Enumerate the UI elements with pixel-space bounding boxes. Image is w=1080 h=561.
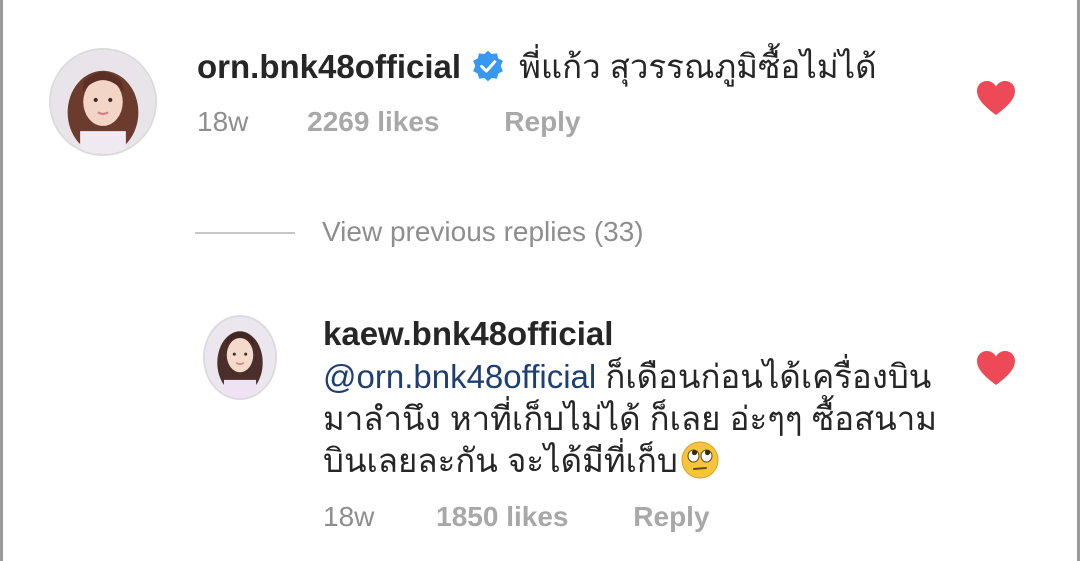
comment1-line: orn.bnk48official พี่แก้ว สุวรรณภูมิซื้อ… xyxy=(197,44,877,90)
comment1-likes[interactable]: 2269 likes xyxy=(307,106,439,137)
comment1-text: พี่แก้ว สุวรรณภูมิซื้อไม่ได้ xyxy=(519,48,877,85)
avatar-image xyxy=(51,50,155,154)
verified-badge-icon xyxy=(473,50,503,82)
avatar-image xyxy=(205,317,275,398)
view-previous-divider xyxy=(195,232,295,234)
comment2-meta: 18w 1850 likes Reply xyxy=(323,501,710,533)
comment2-body: @orn.bnk48official ก็เดือนก่อนได้เครื่อง… xyxy=(323,356,943,482)
comment2-reply-button[interactable]: Reply xyxy=(633,501,709,532)
comment2-mention-link[interactable]: @orn.bnk48official xyxy=(323,358,596,395)
comment1-heart-icon[interactable] xyxy=(976,80,1016,116)
left-border xyxy=(0,0,3,561)
comment2-line: kaew.bnk48official xyxy=(323,314,613,354)
face-with-rolling-eyes-icon xyxy=(681,441,719,479)
view-previous-replies-button[interactable]: View previous replies (33) xyxy=(322,216,644,248)
comment2-age: 18w xyxy=(323,501,375,532)
avatar-orn[interactable] xyxy=(49,48,157,156)
comment1-meta: 18w 2269 likes Reply xyxy=(197,106,581,138)
comment2-likes[interactable]: 1850 likes xyxy=(436,501,568,532)
comment1-age: 18w xyxy=(197,106,249,137)
comment1-reply-button[interactable]: Reply xyxy=(504,106,580,137)
avatar-kaew[interactable] xyxy=(203,315,277,400)
comment2-username[interactable]: kaew.bnk48official xyxy=(323,315,613,352)
comment2-heart-icon[interactable] xyxy=(976,350,1016,386)
comment1-username[interactable]: orn.bnk48official xyxy=(197,48,461,85)
